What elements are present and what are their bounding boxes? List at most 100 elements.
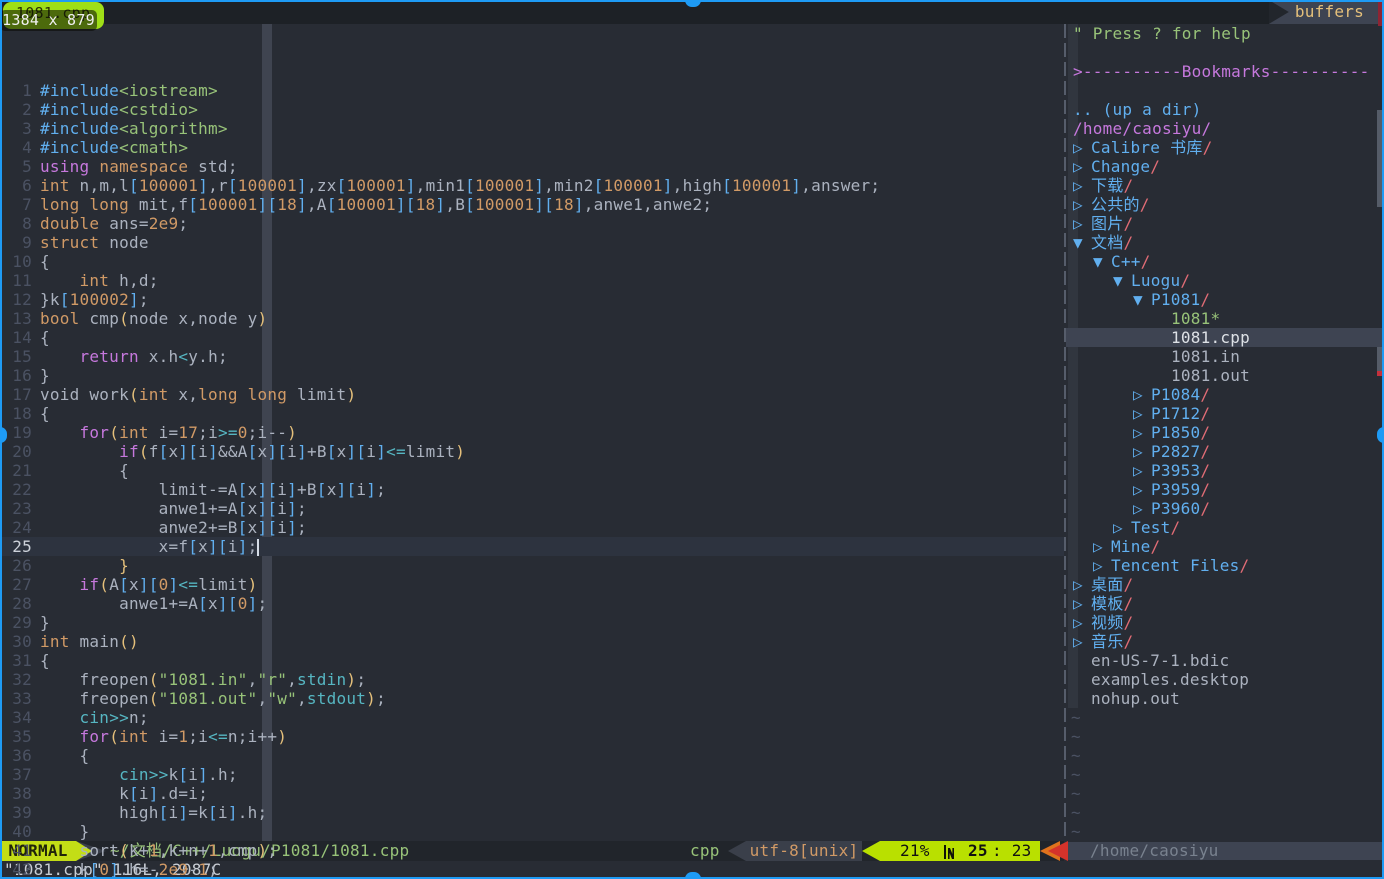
dir-open-icon[interactable]: ▼ [1093,252,1111,271]
dir-closed-icon[interactable]: ▷ [1093,556,1111,575]
selection-handle-right[interactable] [1377,427,1384,443]
dir-closed-icon[interactable]: ▷ [1073,195,1091,214]
dir-closed-icon[interactable]: ▷ [1073,575,1091,594]
code-line[interactable]: 5using namespace std; [0,157,1064,176]
code-line[interactable]: 32 freopen("1081.in","r",stdin); [0,670,1064,689]
tree-file-1081-[interactable]: 1081* [1066,309,1384,328]
code-line[interactable]: 20 if(f[x][i]&&A[x][i]+B[x][i]<=limit) [0,442,1064,461]
code-line[interactable]: 2#include<cstdio> [0,100,1064,119]
dir-closed-icon[interactable]: ▷ [1073,138,1091,157]
code-line[interactable]: 1#include<iostream> [0,81,1064,100]
tree-dir-p1712[interactable]: ▷P1712/ [1066,404,1384,423]
dir-closed-icon[interactable]: ▷ [1113,518,1131,537]
code-line[interactable]: 21 { [0,461,1064,480]
tree-dir-mine[interactable]: ▷Mine/ [1066,537,1384,556]
tree-dir--[interactable]: ▷公共的/ [1066,195,1384,214]
dir-closed-icon[interactable]: ▷ [1133,385,1151,404]
tree-file-nohup-out[interactable]: nohup.out [1066,689,1384,708]
tree-dir--[interactable]: ▷模板/ [1066,594,1384,613]
code-line[interactable]: 19 for(int i=17;i>=0;i--) [0,423,1064,442]
code-line[interactable]: 7long long mit,f[100001][18],A[100001][1… [0,195,1064,214]
code-line[interactable]: 37 cin>>k[i].h; [0,765,1064,784]
code-line[interactable]: 41 sort(k+1,k+n+1,cmp); [0,841,1064,860]
code-line[interactable]: 23 anwe1+=A[x][i]; [0,499,1064,518]
code-line[interactable]: 12}k[100002]; [0,290,1064,309]
dir-closed-icon[interactable]: ▷ [1133,461,1151,480]
dir-closed-icon[interactable]: ▷ [1073,176,1091,195]
code-line[interactable]: 33 freopen("1081.out","w",stdout); [0,689,1064,708]
tree-file-1081-cpp[interactable]: 1081.cpp [1066,328,1384,347]
code-line[interactable]: 17void work(int x,long long limit) [0,385,1064,404]
code-line[interactable]: 24 anwe2+=B[x][i]; [0,518,1064,537]
code-line[interactable]: 11 int h,d; [0,271,1064,290]
tree-file-1081-in[interactable]: 1081.in [1066,347,1384,366]
code-line[interactable]: 14{ [0,328,1064,347]
tree-root[interactable]: /home/caosiyu/ [1066,119,1384,138]
code-line[interactable]: 22 limit-=A[x][i]+B[x][i]; [0,480,1064,499]
tree-dir--[interactable]: ▷音乐/ [1066,632,1384,651]
dir-closed-icon[interactable]: ▷ [1093,537,1111,556]
code-line[interactable]: 16} [0,366,1064,385]
dir-closed-icon[interactable]: ▷ [1133,499,1151,518]
code-line[interactable]: 8double ans=2e9; [0,214,1064,233]
tree-dir--[interactable]: ▼文档/ [1066,233,1384,252]
code-line[interactable]: 25 x=f[x][i]; [0,537,1064,556]
code-line[interactable]: 3#include<algorithm> [0,119,1064,138]
code-line[interactable]: 4#include<cmath> [0,138,1064,157]
tree-dir-p1081[interactable]: ▼P1081/ [1066,290,1384,309]
dir-closed-icon[interactable]: ▷ [1133,423,1151,442]
code-line[interactable]: 38 k[i].d=i; [0,784,1064,803]
selection-handle-bottom[interactable] [685,872,701,879]
code-line[interactable]: 29} [0,613,1064,632]
dir-closed-icon[interactable]: ▷ [1133,404,1151,423]
code-line[interactable]: 18{ [0,404,1064,423]
tree-dir-p3953[interactable]: ▷P3953/ [1066,461,1384,480]
code-line[interactable]: 30int main() [0,632,1064,651]
code-line[interactable]: 39 high[i]=k[i].h; [0,803,1064,822]
tree-dir--[interactable]: ▷视频/ [1066,613,1384,632]
tree-dir-p1850[interactable]: ▷P1850/ [1066,423,1384,442]
dir-closed-icon[interactable]: ▷ [1133,480,1151,499]
tree-dir-p3959[interactable]: ▷P3959/ [1066,480,1384,499]
tree-file-en-us-7-1-bdic[interactable]: en-US-7-1.bdic [1066,651,1384,670]
tree-comment[interactable]: " Press ? for help [1066,24,1384,43]
code-line[interactable]: 15 return x.h<y.h; [0,347,1064,366]
dir-closed-icon[interactable]: ▷ [1133,442,1151,461]
code-line[interactable]: 9struct node [0,233,1064,252]
code-line[interactable]: 10{ [0,252,1064,271]
dir-closed-icon[interactable]: ▷ [1073,214,1091,233]
code-line[interactable]: 28 anwe1+=A[x][0]; [0,594,1064,613]
tree-dir-change[interactable]: ▷Change/ [1066,157,1384,176]
tree-dir-tencent-files[interactable]: ▷Tencent Files/ [1066,556,1384,575]
tree-dir-test[interactable]: ▷Test/ [1066,518,1384,537]
code-line[interactable]: 6int n,m,l[100001],r[100001],zx[100001],… [0,176,1064,195]
buffers-label[interactable]: buffers [1295,2,1364,21]
code-line[interactable]: 27 if(A[x][0]<=limit) [0,575,1064,594]
code-line[interactable]: 13bool cmp(node x,node y) [0,309,1064,328]
dir-open-icon[interactable]: ▼ [1113,271,1131,290]
tree-dir-p3960[interactable]: ▷P3960/ [1066,499,1384,518]
tree-dir--[interactable]: ▷下载/ [1066,176,1384,195]
tree-bookmark[interactable]: >----------Bookmarks---------- [1066,62,1384,81]
dir-closed-icon[interactable]: ▷ [1073,613,1091,632]
buffers-segment[interactable]: buffers [1269,0,1378,24]
tree-dir--[interactable]: ▷图片/ [1066,214,1384,233]
dir-open-icon[interactable]: ▼ [1133,290,1151,309]
tree-updir[interactable]: .. (up a dir) [1066,100,1384,119]
tree-dir-p2827[interactable]: ▷P2827/ [1066,442,1384,461]
code-editor[interactable]: 1#include<iostream>2#include<cstdio>3#in… [0,24,1064,841]
tree-dir--[interactable]: ▷桌面/ [1066,575,1384,594]
tree-dir-luogu[interactable]: ▼Luogu/ [1066,271,1384,290]
code-line[interactable]: 34 cin>>n; [0,708,1064,727]
dir-closed-icon[interactable]: ▷ [1073,632,1091,651]
code-line[interactable]: 35 for(int i=1;i<=n;i++) [0,727,1064,746]
dir-closed-icon[interactable]: ▷ [1073,594,1091,613]
code-line[interactable]: 31{ [0,651,1064,670]
tree-file-1081-out[interactable]: 1081.out [1066,366,1384,385]
tree-file-examples-desktop[interactable]: examples.desktop [1066,670,1384,689]
dir-open-icon[interactable]: ▼ [1073,233,1091,252]
tree-dir-p1084[interactable]: ▷P1084/ [1066,385,1384,404]
tree-dir-c-[interactable]: ▼C++/ [1066,252,1384,271]
code-line[interactable]: 26 } [0,556,1064,575]
code-line[interactable]: 36 { [0,746,1064,765]
